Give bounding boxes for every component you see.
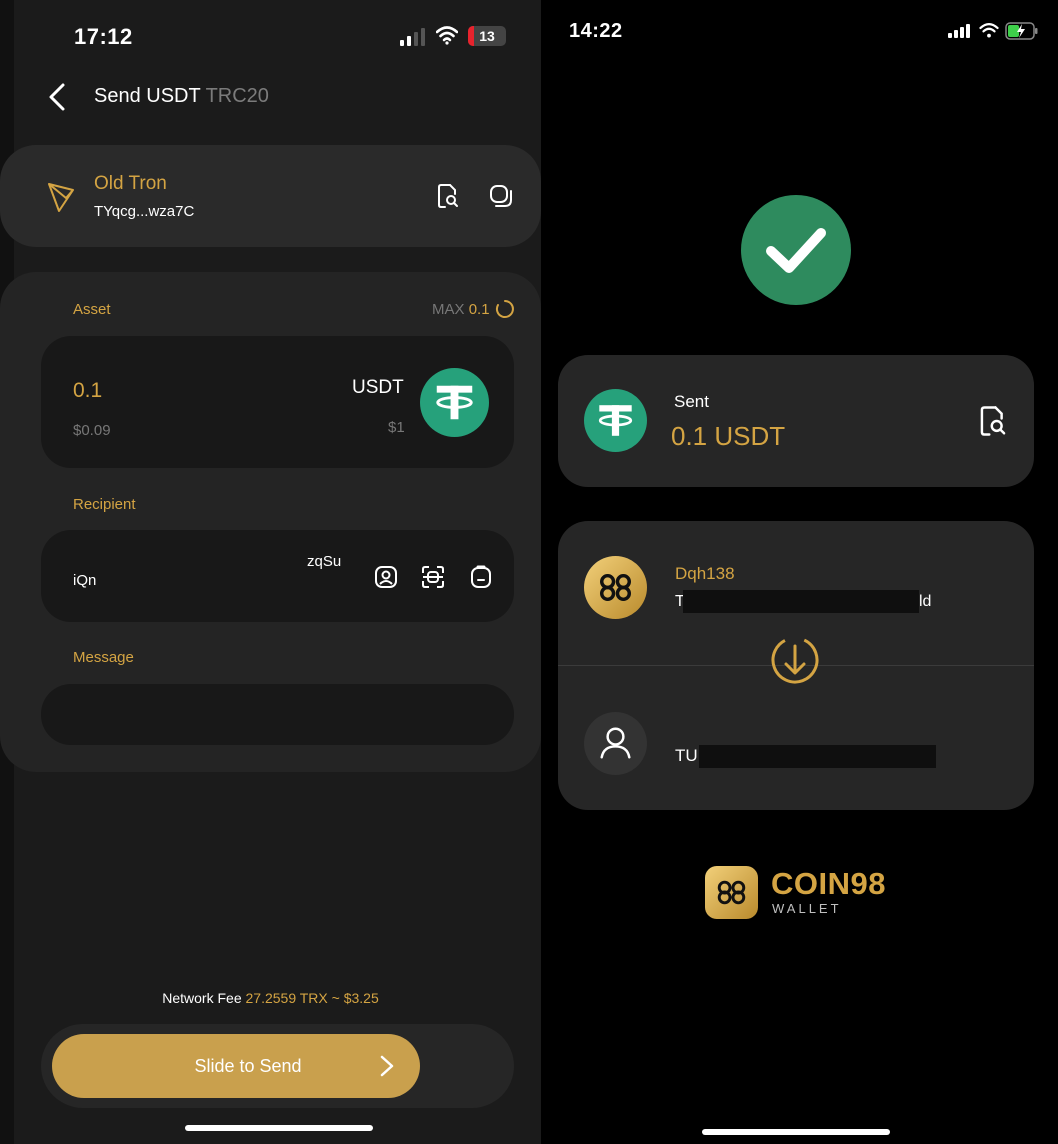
network-subtitle: TRC20 [205, 85, 269, 107]
network-fee: Network Fee 27.2559 TRX ~ $3.25 [0, 990, 541, 1006]
brand-subtitle: WALLET [772, 901, 842, 916]
loading-spinner-icon [495, 300, 514, 318]
max-button[interactable]: MAX 0.1 [432, 301, 490, 318]
home-indicator[interactable] [702, 1129, 890, 1135]
recipient-text-line1: zqSu [307, 553, 342, 570]
asset-price: $1 [388, 419, 405, 436]
message-input[interactable] [41, 684, 514, 745]
wifi-icon [436, 26, 458, 45]
message-label: Message [73, 649, 134, 666]
scan-qr-icon[interactable] [421, 565, 445, 589]
tether-icon [420, 368, 489, 437]
max-value: 0.1 [468, 301, 490, 318]
send-screen: 17:12 13 Send USDT TRC20 Old Tron TYqcg.… [0, 0, 541, 1144]
explorer-icon[interactable] [436, 183, 460, 209]
asset-label: Asset [73, 301, 111, 318]
recipient-text-line2: iQn [73, 572, 97, 589]
signal-icon [400, 28, 425, 46]
chevron-right-icon [380, 1055, 394, 1077]
signal-icon [948, 24, 970, 38]
tron-icon [48, 183, 74, 212]
max-text: MAX [432, 301, 465, 318]
sent-label: Sent [674, 392, 709, 411]
page-title: Send USDT TRC20 [94, 85, 269, 108]
wifi-icon [979, 23, 999, 38]
user-avatar-icon [584, 712, 647, 775]
redaction-bar [683, 590, 919, 613]
recipient-address: TU [675, 746, 698, 765]
success-check-icon [741, 195, 851, 305]
wallet-address: TYqcg...wza7C [94, 203, 195, 220]
amount-usd: $0.09 [73, 422, 111, 439]
fee-value: 27.2559 TRX ~ $3.25 [245, 990, 379, 1006]
back-button[interactable] [44, 82, 72, 112]
arrow-down-icon [771, 636, 819, 684]
contacts-icon[interactable] [374, 565, 398, 589]
asset-symbol: USDT [352, 377, 404, 398]
recipient-label: Recipient [73, 496, 136, 513]
sender-address-end: ld [919, 593, 932, 610]
wallet-name: Old Tron [94, 173, 167, 194]
title-text: Send USDT [94, 85, 201, 107]
tether-icon [584, 389, 647, 452]
sender-name: Dqh138 [675, 564, 735, 583]
coin98-avatar-icon [584, 556, 647, 619]
fee-label: Network Fee [162, 990, 242, 1006]
sent-amount: 0.1 USDT [671, 421, 786, 451]
coin98-logo [705, 866, 758, 919]
battery-charging-icon [1005, 22, 1038, 40]
redaction-bar [699, 745, 936, 768]
status-time: 14:22 [569, 20, 623, 42]
explorer-icon[interactable] [978, 405, 1008, 437]
amount-input[interactable]: 0.1 [73, 379, 102, 403]
paste-icon[interactable] [469, 565, 493, 589]
status-time: 17:12 [74, 24, 133, 49]
home-indicator[interactable] [185, 1125, 373, 1131]
brand-name: COIN98 [771, 866, 886, 901]
battery-icon: 13 [468, 26, 506, 46]
success-screen: 14:22 Sent 0.1 USDT Dqh138 T ld TU COIN9… [541, 0, 1058, 1144]
battery-percent: 13 [479, 28, 495, 44]
copy-icon[interactable] [488, 183, 514, 209]
